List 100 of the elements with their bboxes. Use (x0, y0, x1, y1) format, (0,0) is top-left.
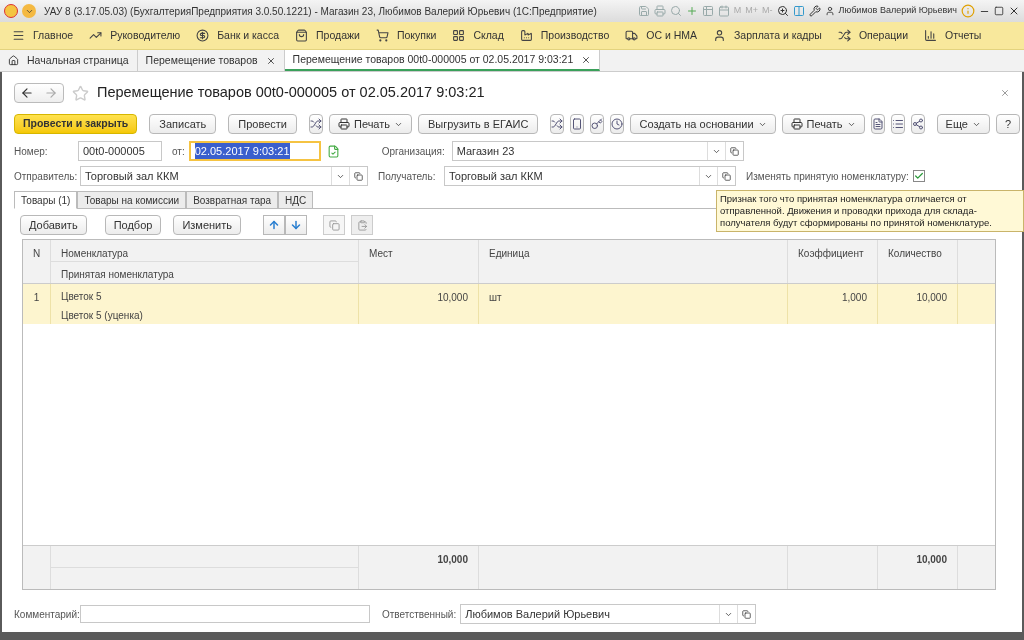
tools-icon[interactable] (808, 5, 821, 17)
icon-button[interactable] (610, 114, 625, 134)
icon-button[interactable] (590, 114, 605, 134)
move-down-button[interactable] (285, 215, 307, 235)
icon-button[interactable] (890, 114, 905, 134)
section-item[interactable]: Руководителю (89, 27, 181, 44)
more-button[interactable]: Еще (936, 114, 990, 134)
section-item[interactable]: ОС и НМА (625, 27, 698, 44)
checkbox[interactable] (912, 170, 925, 182)
column-header[interactable]: N (23, 240, 51, 283)
sender-field[interactable]: Торговый зал ККМ (80, 166, 368, 186)
paste-button[interactable] (351, 215, 373, 235)
tab[interactable]: Товары на комиссии (77, 191, 187, 209)
bar-chart-icon (924, 29, 937, 42)
column-header[interactable]: Количество (878, 240, 958, 283)
tab[interactable]: НДС (278, 191, 314, 209)
print-icon[interactable] (653, 5, 666, 17)
icon-button[interactable] (910, 114, 925, 134)
open-icon[interactable] (722, 171, 731, 181)
page-tab[interactable]: Перемещение товаров 00t0-000005 от 02.05.2017 9:03:21 (284, 50, 601, 71)
field-value: 02.05.2017 9:03:21 (194, 142, 290, 160)
move-up-button[interactable] (263, 215, 285, 235)
calendar-icon[interactable] (717, 5, 730, 17)
table-cell: 10,000 (878, 284, 958, 324)
cart-icon (375, 29, 389, 42)
open-icon[interactable] (729, 146, 739, 156)
icon-button[interactable] (550, 114, 565, 134)
table-button[interactable]: Добавить (20, 215, 87, 235)
field-label: Комментарий: (14, 607, 80, 622)
copy-icon (328, 219, 340, 231)
close-tab-icon[interactable] (265, 55, 276, 66)
post-and-close-button[interactable]: Провести и закрыть (14, 114, 138, 134)
close-tab-icon[interactable] (581, 54, 592, 65)
back-icon[interactable] (20, 86, 34, 100)
comment-field[interactable] (80, 605, 370, 623)
field-label: Отправитель: (14, 169, 79, 184)
column-header[interactable]: Принятая номенклатура (51, 262, 358, 282)
table-button[interactable]: Подбор (104, 215, 162, 235)
scanner-icon (571, 118, 584, 130)
tab[interactable]: Товары (1) (14, 191, 78, 209)
app-logo-icon (4, 4, 18, 18)
zoom-icon[interactable] (776, 5, 789, 17)
tab[interactable]: Возвратная тара (186, 191, 279, 209)
close-form-icon[interactable] (1000, 88, 1010, 98)
recipient-field[interactable]: Торговый зал ККМ (444, 166, 736, 186)
toolbar-button[interactable]: Провести (228, 114, 297, 134)
field-value: Торговый зал ККМ (449, 168, 543, 184)
add-icon[interactable] (685, 5, 698, 17)
table-button[interactable]: Изменить (173, 215, 241, 235)
window-title: УАУ 8 (3.17.05.03) (БухгалтерияПредприятия 3.0.50.1221) - Магазин 23, Любимов Валерий Юрьевич (1С:Предприятие) (44, 4, 597, 19)
icon-button[interactable] (570, 114, 585, 134)
document-check-icon[interactable] (326, 144, 340, 158)
column-header[interactable]: Мест (359, 240, 479, 283)
dropdown-button[interactable]: Печать (328, 114, 412, 134)
toolbar-button[interactable]: Выгрузить в ЕГАИС (418, 114, 539, 134)
open-icon[interactable] (354, 171, 363, 181)
preview-icon[interactable] (669, 5, 682, 17)
table-row[interactable]: 1 Цветок 5 Цветок 5 (уценка) 10,000 шт 1,000 10,000 (23, 284, 995, 324)
section-item[interactable]: Производство (519, 27, 610, 44)
page-tab[interactable]: Начальная страница (0, 50, 138, 71)
open-icon[interactable] (742, 609, 752, 619)
total-value: 10,000 (916, 554, 947, 565)
section-item[interactable]: Покупки (375, 27, 437, 44)
table-cell: шт (479, 284, 788, 324)
section-item[interactable]: Продажи (295, 27, 360, 44)
user-name[interactable]: Любимов Валерий Юрьевич (838, 4, 957, 18)
toolbar-button[interactable]: Записать (149, 114, 217, 134)
field-label: от: (172, 144, 185, 159)
forward-icon[interactable] (44, 86, 58, 100)
paste-icon (356, 219, 368, 231)
app-menu-button[interactable] (22, 4, 36, 18)
section-item[interactable]: Отчеты (924, 27, 982, 44)
section-item[interactable]: Операции (837, 27, 908, 44)
icon-button[interactable] (308, 114, 323, 134)
section-item[interactable]: Главное (12, 27, 74, 44)
copy-button[interactable] (323, 215, 345, 235)
organization-field[interactable]: Магазин 23 (451, 141, 744, 161)
section-item[interactable]: Зарплата и кадры (713, 27, 822, 44)
favorite-star-icon[interactable] (72, 84, 89, 102)
column-header[interactable]: Коэффициент (788, 240, 878, 283)
printer-icon (337, 118, 350, 130)
page-tab[interactable]: Перемещение товаров (137, 50, 285, 71)
column-header[interactable]: Единица (479, 240, 788, 283)
number-field[interactable]: 00t0-000005 (78, 141, 162, 161)
field-value: Торговый зал ККМ (85, 168, 179, 184)
section-item[interactable]: Склад (452, 27, 504, 44)
section-item[interactable]: Банк и касса (196, 27, 279, 44)
restore-icon[interactable] (994, 6, 1004, 16)
field-label: Номер: (14, 144, 49, 159)
dropdown-button[interactable]: Создать на основании (630, 114, 776, 134)
responsible-field[interactable]: Любимов Валерий Юрьевич (460, 604, 757, 624)
help-button[interactable]: ? (996, 114, 1021, 134)
field-value: 00t0-000005 (83, 143, 145, 159)
close-icon[interactable] (1008, 5, 1020, 17)
table-cell: 1,000 (788, 284, 878, 324)
dropdown-button[interactable]: Печать (781, 114, 865, 134)
save-icon[interactable] (637, 5, 650, 17)
column-header[interactable]: Номенклатура (51, 240, 358, 262)
icon-button[interactable] (870, 114, 885, 134)
date-field[interactable]: 02.05.2017 9:03:21 (188, 141, 321, 161)
